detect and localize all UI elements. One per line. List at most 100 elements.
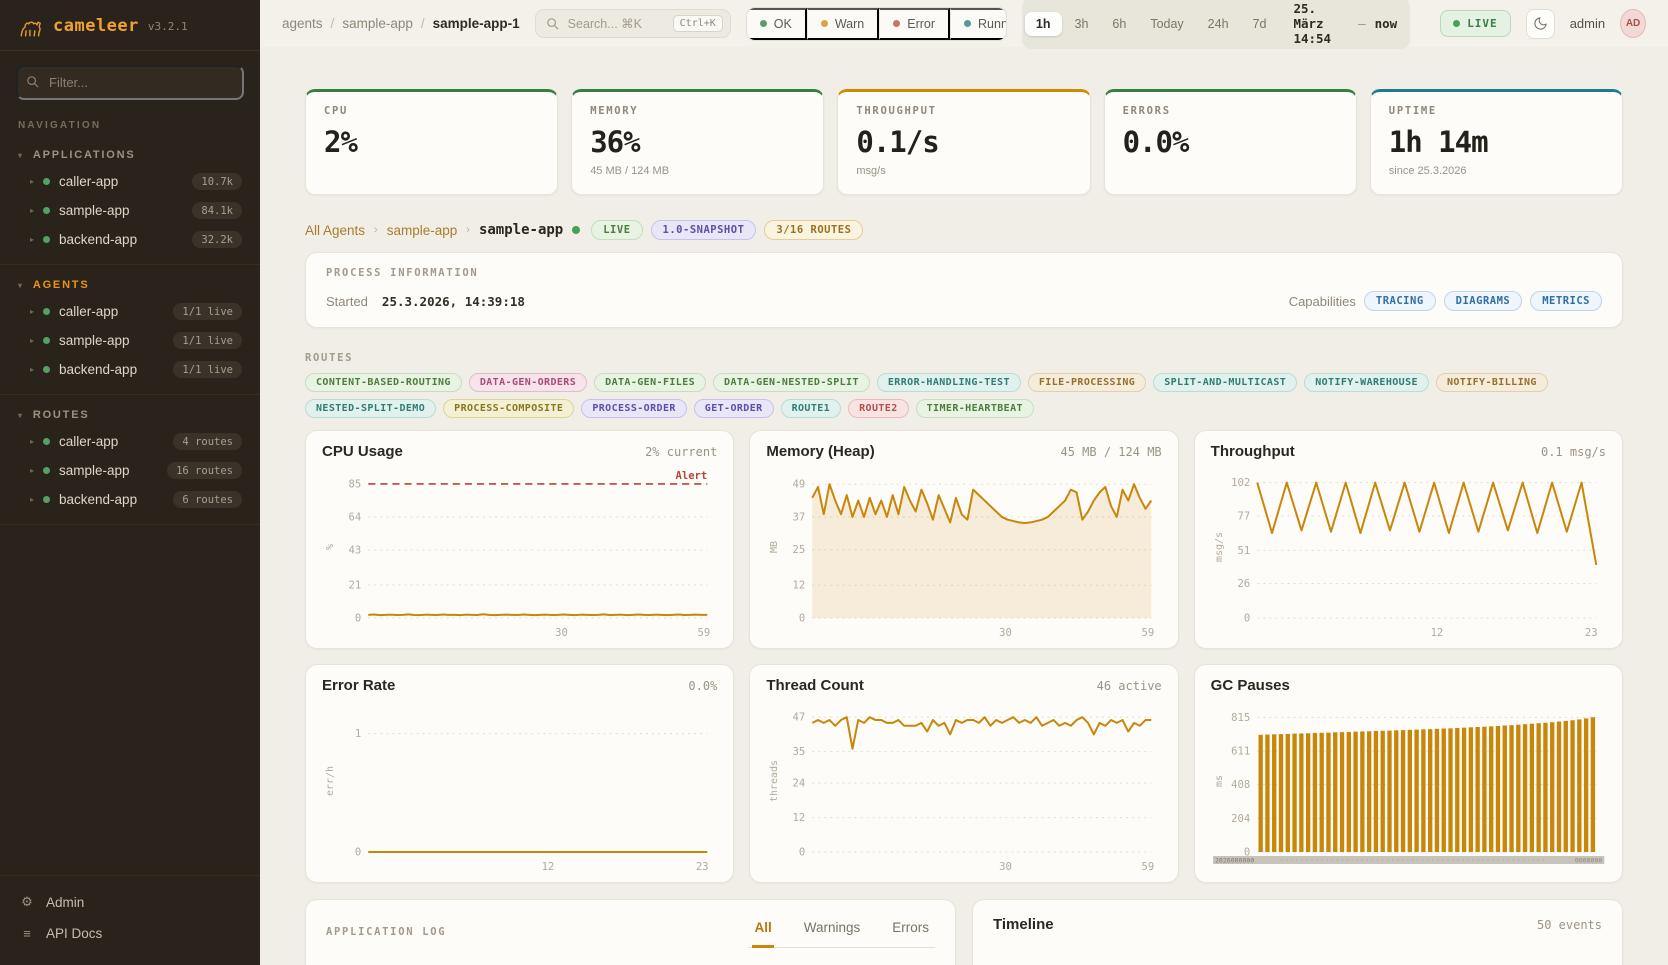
sidebar-item-routes-backend-app[interactable]: ▸backend-app6 routes [10, 485, 250, 514]
chart-canvas-error-rate: 011223err/h [322, 698, 717, 876]
status-filter-label: OK [774, 17, 792, 31]
capability-badge-metrics: METRICS [1530, 291, 1602, 311]
capability-badges: TRACINGDIAGRAMSMETRICS [1364, 291, 1602, 311]
avatar[interactable]: AD [1620, 9, 1646, 38]
chevron-right-icon: ▸ [30, 495, 34, 504]
chart-title: Thread Count [766, 677, 864, 694]
sidebar-item-applications-backend-app[interactable]: ▸backend-app32.2k [10, 225, 250, 254]
status-filter-label: Warn [835, 17, 864, 31]
chevron-down-icon: ▾ [18, 411, 24, 420]
sidebar-footer-api-docs[interactable]: ≡API Docs [20, 918, 240, 949]
metric-label: MEMORY [590, 105, 805, 117]
breadcrumb-separator: / [331, 16, 335, 31]
agent-separator: › [374, 224, 378, 236]
sidebar-item-agents-sample-app[interactable]: ▸sample-app1/1 live [10, 326, 250, 355]
time-range-6h[interactable]: 6h [1101, 12, 1137, 36]
theme-toggle-button[interactable] [1526, 9, 1555, 39]
main-column: agents / sample-app / sample-app-1 Ctrl+… [260, 0, 1668, 965]
route-chip-data-gen-files[interactable]: DATA-GEN-FILES [594, 373, 706, 392]
time-range-24h[interactable]: 24h [1197, 12, 1240, 36]
app-version: v3.2.1 [148, 20, 188, 33]
sidebar-filter-input[interactable] [16, 65, 244, 100]
sidebar-footer-admin[interactable]: ⚙Admin [20, 886, 240, 918]
route-chip-route1[interactable]: ROUTE1 [781, 399, 842, 418]
chart-canvas-throughput: 02651771021223msg/s [1211, 464, 1606, 642]
log-tab-errors[interactable]: Errors [890, 916, 931, 948]
time-range-today[interactable]: Today [1139, 12, 1194, 36]
agent-badge-live: LIVE [591, 220, 642, 240]
sidebar-item-label: backend-app [59, 492, 137, 507]
route-chip-file-processing[interactable]: FILE-PROCESSING [1028, 373, 1146, 392]
app-name: cameleer [53, 16, 139, 36]
chart-title: Throughput [1211, 443, 1295, 460]
chart-thread-count: Thread Count46 active0122435473059thread… [749, 664, 1178, 883]
status-dot [43, 178, 50, 185]
route-chip-nested-split-demo[interactable]: NESTED-SPLIT-DEMO [305, 399, 436, 418]
agent-link-sample-app[interactable]: sample-app [387, 223, 458, 238]
route-chip-content-based-routing[interactable]: CONTENT-BASED-ROUTING [305, 373, 462, 392]
svg-text:0: 0 [355, 613, 361, 625]
breadcrumb-agents[interactable]: agents [282, 16, 323, 31]
log-tab-warnings[interactable]: Warnings [802, 916, 863, 948]
log-tab-all[interactable]: All [752, 916, 773, 948]
breadcrumb-separator: / [421, 16, 425, 31]
route-chip-data-gen-orders[interactable]: DATA-GEN-ORDERS [469, 373, 587, 392]
svg-text:26: 26 [1237, 578, 1250, 590]
metric-value: 2% [324, 125, 539, 159]
svg-text:204: 204 [1231, 813, 1250, 825]
status-filter-ok[interactable]: OK [747, 8, 807, 40]
route-chip-error-handling-test[interactable]: ERROR-HANDLING-TEST [877, 373, 1021, 392]
route-chip-data-gen-nested-split[interactable]: DATA-GEN-NESTED-SPLIT [713, 373, 870, 392]
metric-subtext: since 25.3.2026 [1389, 165, 1604, 177]
search-input[interactable] [566, 16, 666, 32]
sidebar-section-header-routes[interactable]: ▾ROUTES [10, 403, 250, 427]
svg-text:err/h: err/h [325, 766, 336, 796]
sidebar-item-agents-backend-app[interactable]: ▸backend-app1/1 live [10, 355, 250, 384]
breadcrumb-sample-app[interactable]: sample-app [342, 16, 413, 31]
time-range-1h[interactable]: 1h [1025, 12, 1062, 36]
route-chip-process-composite[interactable]: PROCESS-COMPOSITE [443, 399, 574, 418]
route-chip-timer-heartbeat[interactable]: TIMER-HEARTBEAT [916, 399, 1034, 418]
status-filter-warn[interactable]: Warn [807, 8, 879, 40]
sidebar-item-badge: 1/1 live [173, 361, 242, 378]
process-info-row: Started 25.3.2026, 14:39:18 Capabilities… [326, 291, 1602, 311]
sidebar-item-applications-sample-app[interactable]: ▸sample-app84.1k [10, 196, 250, 225]
sidebar-item-label: caller-app [59, 304, 118, 319]
time-range-7d[interactable]: 7d [1242, 12, 1278, 36]
sidebar-section-header-applications[interactable]: ▾APPLICATIONS [10, 143, 250, 167]
svg-text:0: 0 [799, 847, 805, 859]
route-chip-route2[interactable]: ROUTE2 [848, 399, 909, 418]
route-chip-notify-warehouse[interactable]: NOTIFY-WAREHOUSE [1304, 373, 1429, 392]
live-badge: LIVE [1440, 10, 1511, 37]
svg-text:64: 64 [349, 512, 362, 524]
sidebar-section-label: AGENTS [33, 279, 90, 291]
metric-card-uptime: UPTIME1h 14msince 25.3.2026 [1370, 89, 1623, 195]
metric-value: 1h 14m [1389, 125, 1604, 159]
sidebar-item-agents-caller-app[interactable]: ▸caller-app1/1 live [10, 297, 250, 326]
sidebar-section-header-agents[interactable]: ▾AGENTS [10, 273, 250, 297]
time-range-group: 1h3h6hToday24h7d 25. März 14:54 – now [1022, 0, 1410, 49]
metric-card-errors: ERRORS0.0% [1104, 89, 1357, 195]
status-filter-running[interactable]: Running [950, 8, 1007, 40]
sidebar-item-badge: 4 routes [173, 433, 242, 450]
charts-grid: CPU Usage2% current021436485Alert3059%Me… [305, 430, 1623, 883]
chevron-right-icon: ▸ [30, 437, 34, 446]
route-chip-notify-billing[interactable]: NOTIFY-BILLING [1436, 373, 1548, 392]
sidebar-item-label: sample-app [59, 203, 130, 218]
route-chip-get-order[interactable]: GET-ORDER [694, 399, 774, 418]
chart-current-value: 45 MB / 124 MB [1061, 445, 1162, 459]
sidebar-item-applications-caller-app[interactable]: ▸caller-app10.7k [10, 167, 250, 196]
time-range-3h[interactable]: 3h [1064, 12, 1100, 36]
metric-label: THROUGHPUT [856, 105, 1071, 117]
agent-link-all-agents[interactable]: All Agents [305, 223, 365, 238]
sidebar-item-routes-sample-app[interactable]: ▸sample-app16 routes [10, 456, 250, 485]
agent-status-dot [572, 226, 580, 234]
route-chip-split-and-multicast[interactable]: SPLIT-AND-MULTICAST [1153, 373, 1297, 392]
search-box[interactable]: Ctrl+K [535, 9, 731, 38]
svg-text:59: 59 [698, 627, 711, 639]
chart-title: Error Rate [322, 677, 395, 694]
sidebar-section-label: APPLICATIONS [33, 149, 136, 161]
status-filter-error[interactable]: Error [879, 8, 950, 40]
sidebar-item-routes-caller-app[interactable]: ▸caller-app4 routes [10, 427, 250, 456]
route-chip-process-order[interactable]: PROCESS-ORDER [581, 399, 686, 418]
